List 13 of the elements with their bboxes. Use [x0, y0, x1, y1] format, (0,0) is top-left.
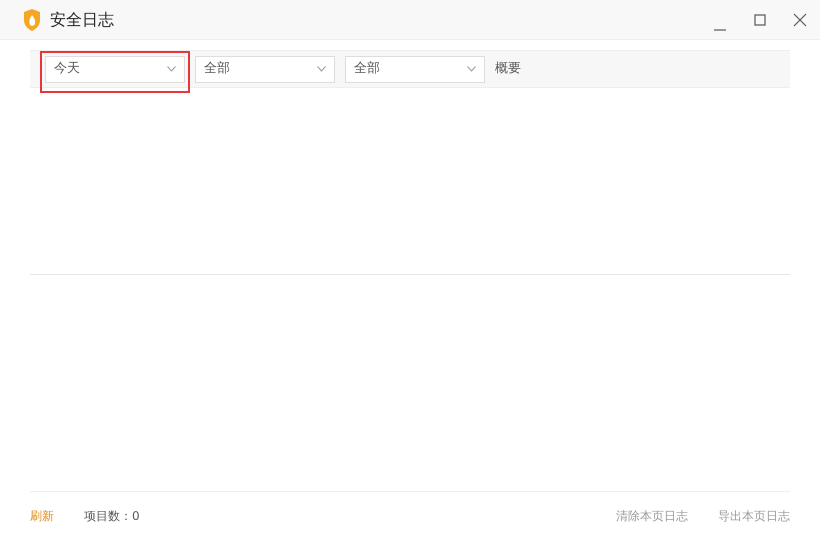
column-header: 概要: [495, 60, 521, 78]
filter-dropdown[interactable]: 全部: [345, 56, 485, 82]
item-count: 项目数：0: [84, 508, 140, 525]
chevron-down-icon: [467, 66, 476, 72]
minimize-icon: [714, 28, 726, 30]
filter-dropdown[interactable]: 全部: [195, 56, 335, 82]
chevron-down-icon: [167, 66, 176, 72]
close-icon: [793, 12, 807, 26]
shield-icon: [22, 8, 42, 30]
window-title: 安全日志: [50, 8, 114, 30]
chevron-down-icon: [317, 66, 326, 72]
maximize-icon: [754, 14, 766, 26]
filter-dropdown[interactable]: 今天: [45, 56, 185, 82]
